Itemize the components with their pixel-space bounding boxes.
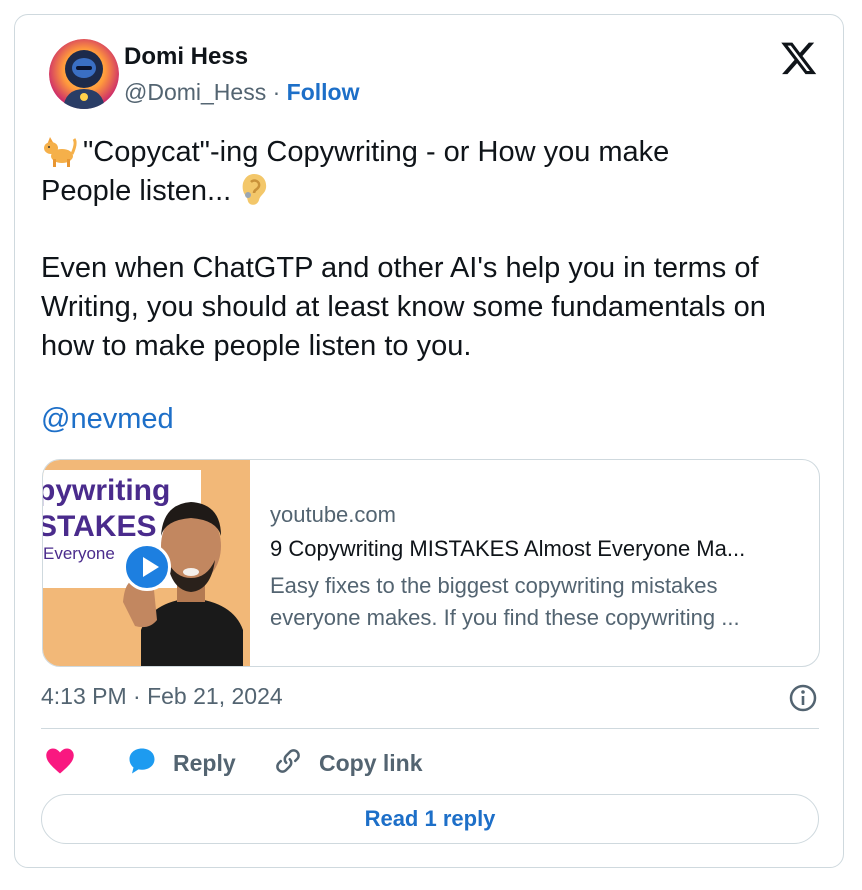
link-domain: youtube.com bbox=[270, 502, 396, 527]
author-handle-row: @Domi_Hess · Follow bbox=[124, 79, 360, 106]
tweet-line1-text: "Copycat"-ing Copywriting - or How you m… bbox=[83, 136, 670, 168]
link-preview-card[interactable]: pywriting STAKES Everyones youtube.com 9… bbox=[42, 459, 820, 667]
heart-icon bbox=[45, 747, 75, 780]
ear-icon bbox=[239, 172, 269, 217]
tweet-timestamp[interactable]: 4:13 PM · Feb 21, 2024 bbox=[41, 683, 283, 710]
avatar[interactable] bbox=[49, 39, 119, 109]
link-icon bbox=[273, 746, 303, 781]
reply-bubble-icon bbox=[127, 746, 157, 781]
like-button[interactable] bbox=[45, 745, 75, 781]
read-replies-button[interactable]: Read 1 reply bbox=[41, 794, 819, 844]
tweet-text-line2: People listen... bbox=[41, 172, 821, 217]
mention-link[interactable]: @nevmed bbox=[41, 403, 174, 436]
x-logo-icon[interactable] bbox=[780, 39, 818, 77]
link-title: 9 Copywriting MISTAKES Almost Everyone M… bbox=[270, 536, 746, 561]
info-icon[interactable] bbox=[788, 683, 818, 713]
copy-link-label: Copy link bbox=[319, 749, 423, 776]
author-handle[interactable]: @Domi_Hess bbox=[124, 79, 266, 105]
divider bbox=[41, 728, 819, 729]
author-name[interactable]: Domi Hess bbox=[124, 43, 248, 71]
thumbnail-text-3a: Everyone bbox=[43, 544, 115, 563]
reply-label: Reply bbox=[173, 749, 236, 776]
handle-separator: · bbox=[272, 79, 281, 105]
tweet-paragraph: Even when ChatGTP and other AI's help yo… bbox=[41, 252, 766, 362]
follow-button[interactable]: Follow bbox=[287, 79, 360, 105]
reply-button[interactable]: Reply bbox=[127, 745, 236, 781]
copy-link-button[interactable]: Copy link bbox=[273, 745, 423, 781]
tweet-card: Domi Hess @Domi_Hess · Follow "Copycat"-… bbox=[14, 14, 844, 868]
link-description: Easy fixes to the biggest copywriting mi… bbox=[270, 573, 740, 630]
play-icon[interactable] bbox=[123, 543, 171, 591]
video-thumbnail[interactable]: pywriting STAKES Everyones bbox=[43, 460, 250, 666]
tweet-line2-text: People listen... bbox=[41, 175, 232, 207]
